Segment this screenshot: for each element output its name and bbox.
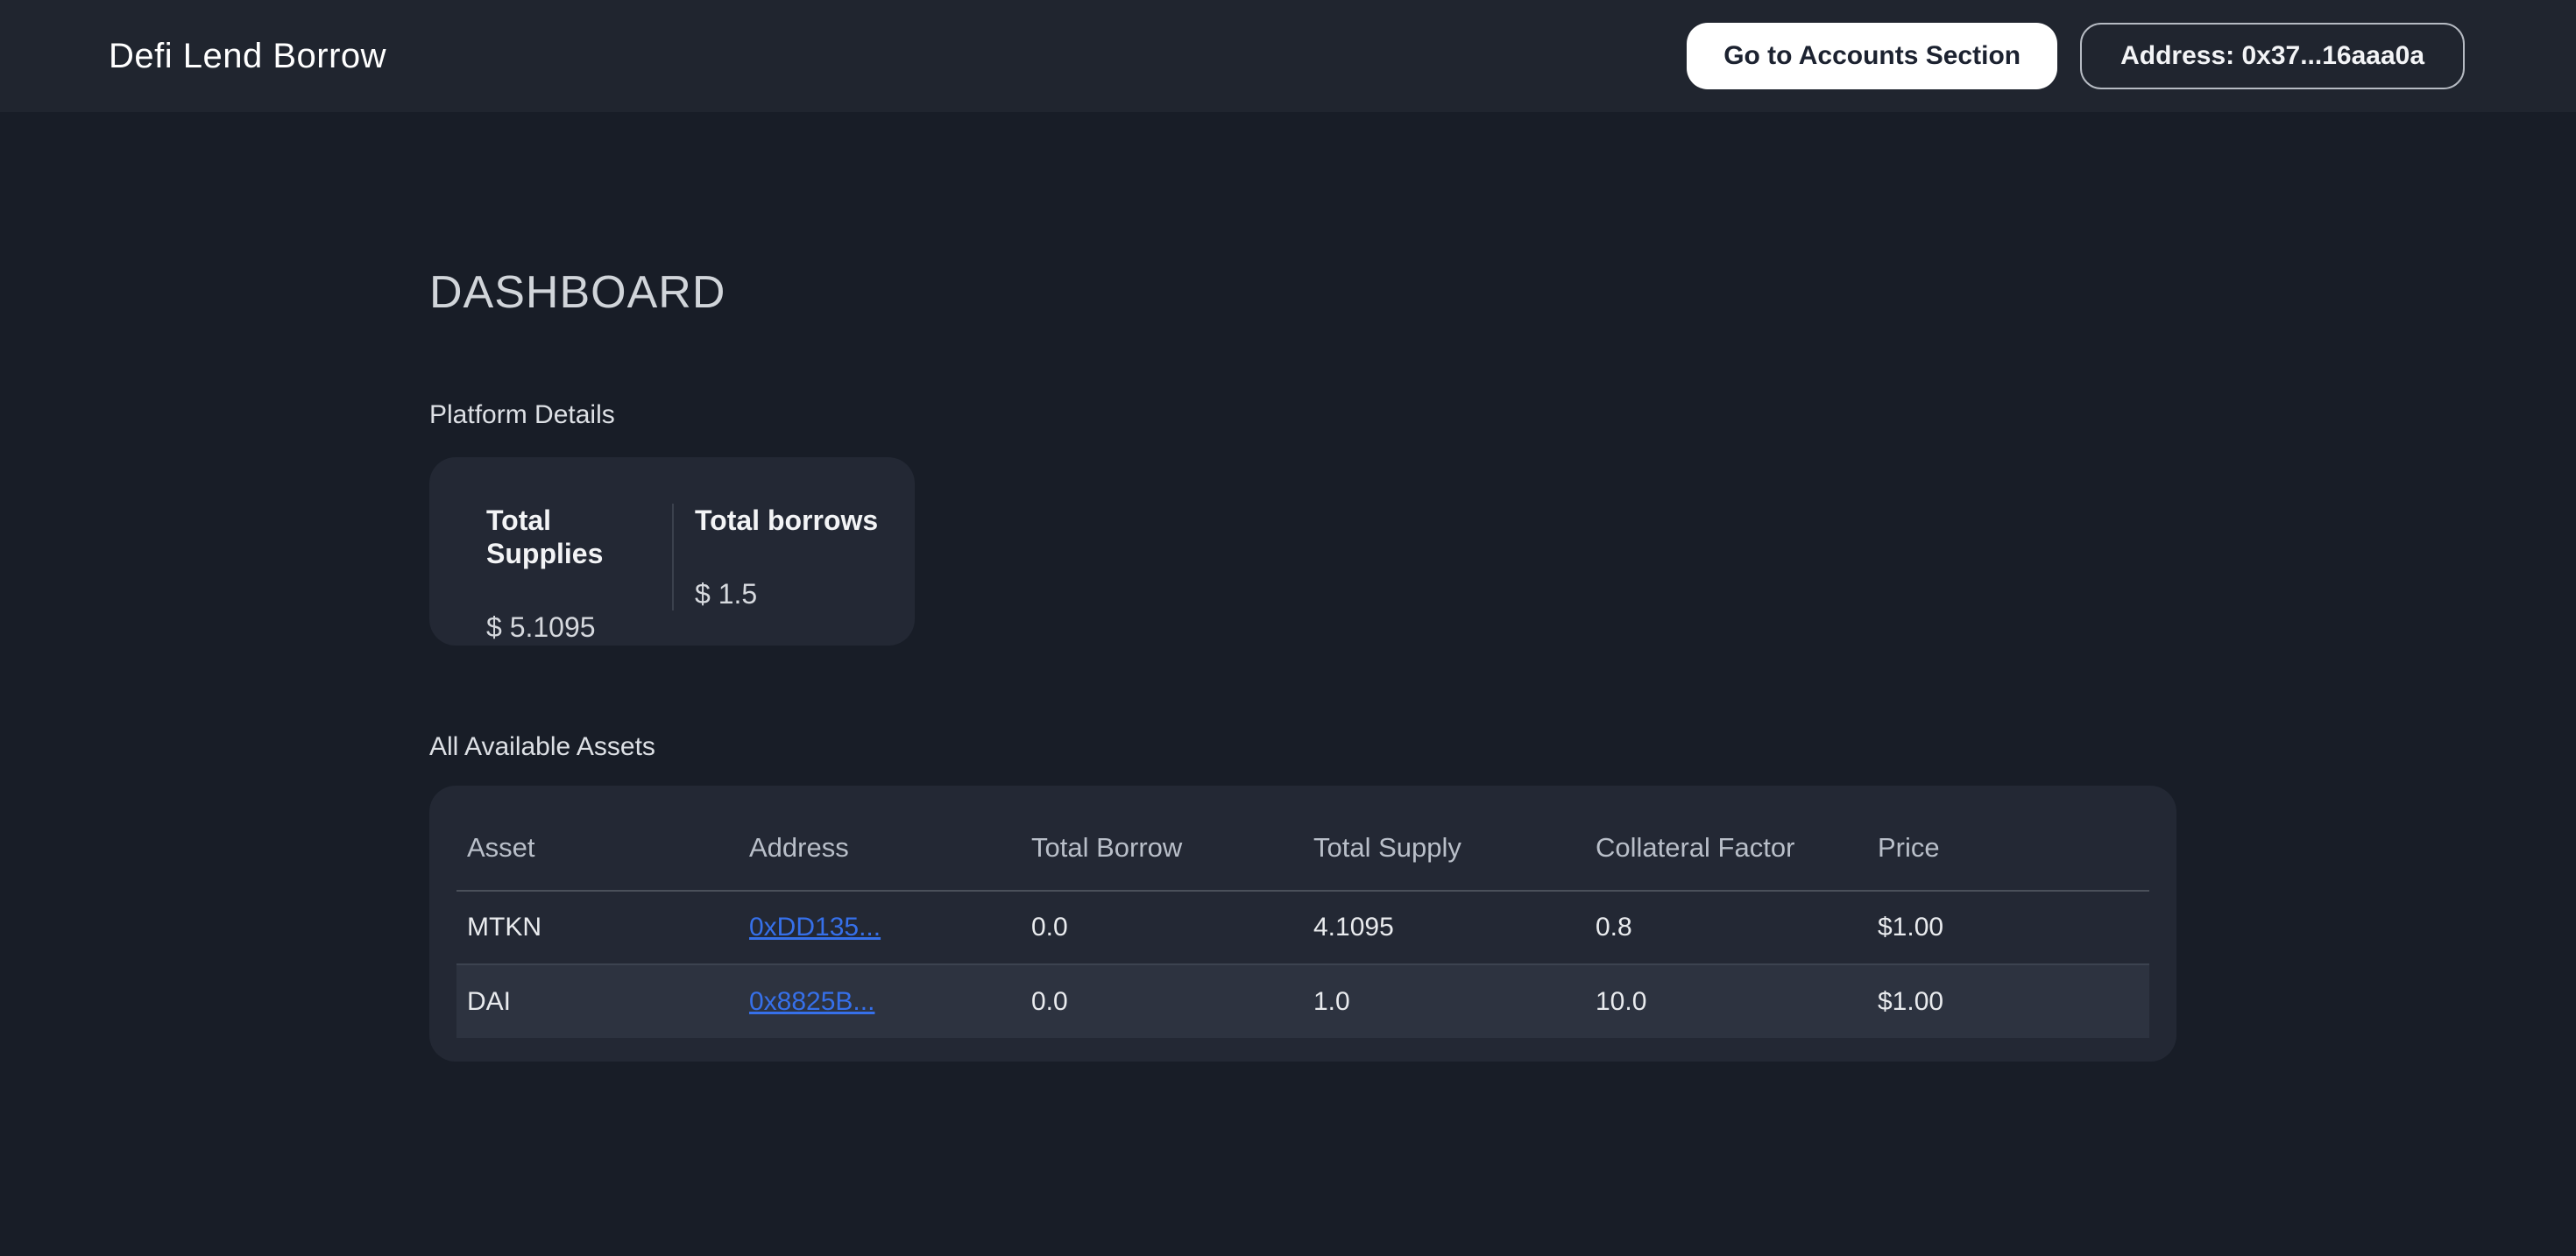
table-row-mtkn: MTKN 0xDD135... 0.0 4.1095 0.8 $1.00 [456,891,2149,964]
col-header-total-supply: Total Supply [1303,786,1585,891]
main-content: DASHBOARD Platform Details Total Supplie… [429,266,2176,1062]
col-header-address: Address [739,786,1021,891]
cell-address: 0x8825B... [739,964,1021,1038]
go-to-accounts-button[interactable]: Go to Accounts Section [1687,23,2057,89]
available-assets-label: All Available Assets [429,731,2176,763]
table-row-dai: DAI 0x8825B... 0.0 1.0 10.0 $1.00 [456,964,2149,1038]
cell-collateral-factor: 10.0 [1585,964,1867,1038]
cell-total-borrow: 0.0 [1021,964,1303,1038]
total-supplies-title: Total Supplies [486,504,672,570]
platform-stats-card: Total Supplies $ 5.1095 Total borrows $ … [429,457,915,646]
assets-table-body: MTKN 0xDD135... 0.0 4.1095 0.8 $1.00 DAI… [456,891,2149,1038]
cell-asset: DAI [456,964,739,1038]
cell-collateral-factor: 0.8 [1585,891,1867,964]
navbar: Defi Lend Borrow Go to Accounts Section … [0,0,2576,112]
col-header-total-borrow: Total Borrow [1021,786,1303,891]
wallet-address-button[interactable]: Address: 0x37...16aaa0a [2080,23,2465,89]
total-borrows-stat: Total borrows $ 1.5 [695,504,878,610]
cell-total-supply: 4.1095 [1303,891,1585,964]
cell-asset: MTKN [456,891,739,964]
total-borrows-title: Total borrows [695,504,878,537]
col-header-collateral-factor: Collateral Factor [1585,786,1867,891]
asset-address-link[interactable]: 0x8825B... [749,987,874,1016]
assets-table-card: Asset Address Total Borrow Total Supply … [429,786,2176,1062]
col-header-asset: Asset [456,786,739,891]
cell-total-borrow: 0.0 [1021,891,1303,964]
total-supplies-stat: Total Supplies $ 5.1095 [486,504,672,610]
cell-total-supply: 1.0 [1303,964,1585,1038]
navbar-actions: Go to Accounts Section Address: 0x37...1… [1687,23,2465,89]
asset-address-link[interactable]: 0xDD135... [749,913,881,942]
total-borrows-value: $ 1.5 [695,577,878,610]
page-title: DASHBOARD [429,266,2176,319]
platform-details-label: Platform Details [429,399,2176,431]
cell-price: $1.00 [1867,891,2149,964]
stat-divider [672,504,674,610]
app-title: Defi Lend Borrow [109,37,386,76]
col-header-price: Price [1867,786,2149,891]
total-supplies-value: $ 5.1095 [486,610,672,644]
assets-table-head: Asset Address Total Borrow Total Supply … [456,786,2149,891]
assets-table: Asset Address Total Borrow Total Supply … [456,786,2149,1038]
cell-address: 0xDD135... [739,891,1021,964]
cell-price: $1.00 [1867,964,2149,1038]
header-row: Asset Address Total Borrow Total Supply … [456,786,2149,891]
